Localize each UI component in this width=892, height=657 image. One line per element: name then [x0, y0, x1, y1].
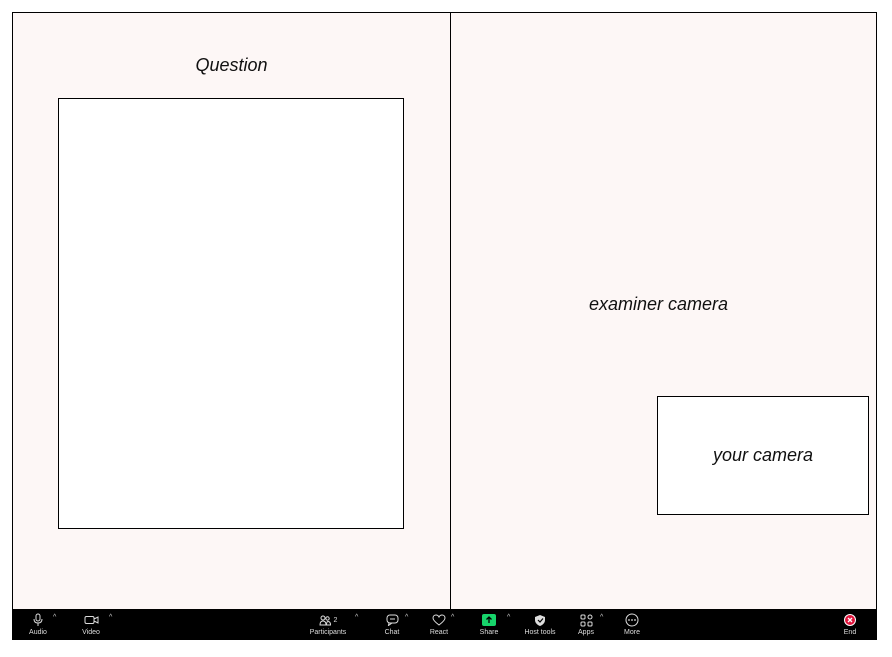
- examiner-camera-label: examiner camera: [588, 294, 729, 314]
- more-dots-icon: [625, 611, 639, 629]
- end-button[interactable]: End: [839, 609, 861, 639]
- apps-grid-icon: [580, 611, 593, 629]
- host-tools-label: Host tools: [524, 629, 556, 636]
- audio-options-chevron-icon[interactable]: ^: [53, 614, 56, 621]
- self-camera-view: your camera: [657, 396, 869, 515]
- participants-icon-group: 2: [319, 611, 338, 629]
- question-panel: [58, 98, 404, 529]
- react-options-chevron-icon[interactable]: ^: [451, 614, 454, 621]
- react-label: React: [429, 629, 449, 636]
- video-label: Video: [82, 629, 100, 636]
- microphone-icon: [33, 611, 43, 629]
- share-button[interactable]: Share: [479, 609, 499, 639]
- audio-button[interactable]: Audio: [27, 609, 49, 639]
- meeting-toolbar: Audio ^ Video ^ 2 Participants ^ Chat ^ …: [13, 609, 876, 639]
- apps-options-chevron-icon[interactable]: ^: [600, 614, 603, 621]
- video-options-chevron-icon[interactable]: ^: [109, 614, 112, 621]
- share-icon-wrap: [482, 611, 496, 629]
- share-screen-icon: [482, 614, 496, 626]
- end-label: End: [843, 629, 857, 636]
- participants-label: Participants: [309, 629, 347, 636]
- chat-button[interactable]: Chat: [382, 609, 402, 639]
- chat-options-chevron-icon[interactable]: ^: [405, 614, 408, 621]
- share-label: Share: [479, 629, 499, 636]
- participants-options-chevron-icon[interactable]: ^: [355, 614, 358, 621]
- share-options-chevron-icon[interactable]: ^: [507, 614, 510, 621]
- self-camera-label: your camera: [712, 445, 814, 465]
- more-button[interactable]: More: [621, 609, 643, 639]
- participants-button[interactable]: 2 Participants: [309, 609, 347, 639]
- apps-label: Apps: [578, 629, 594, 636]
- apps-button[interactable]: Apps: [575, 609, 597, 639]
- heart-react-icon: [432, 611, 446, 629]
- end-icon-wrap: [844, 611, 856, 629]
- question-title: Question: [195, 55, 268, 75]
- chat-bubble-icon: [386, 611, 399, 629]
- audio-label: Audio: [29, 629, 47, 636]
- shield-icon: [534, 611, 546, 629]
- meeting-window: Question examiner camera your camera Aud…: [12, 12, 877, 640]
- video-button[interactable]: Video: [80, 609, 102, 639]
- participants-count: 2: [333, 616, 338, 624]
- host-tools-button[interactable]: Host tools: [523, 609, 557, 639]
- more-label: More: [624, 629, 640, 636]
- end-call-icon: [844, 614, 856, 626]
- participants-icon: [319, 615, 331, 626]
- react-button[interactable]: React: [428, 609, 450, 639]
- chat-label: Chat: [384, 629, 400, 636]
- video-camera-icon: [84, 611, 99, 629]
